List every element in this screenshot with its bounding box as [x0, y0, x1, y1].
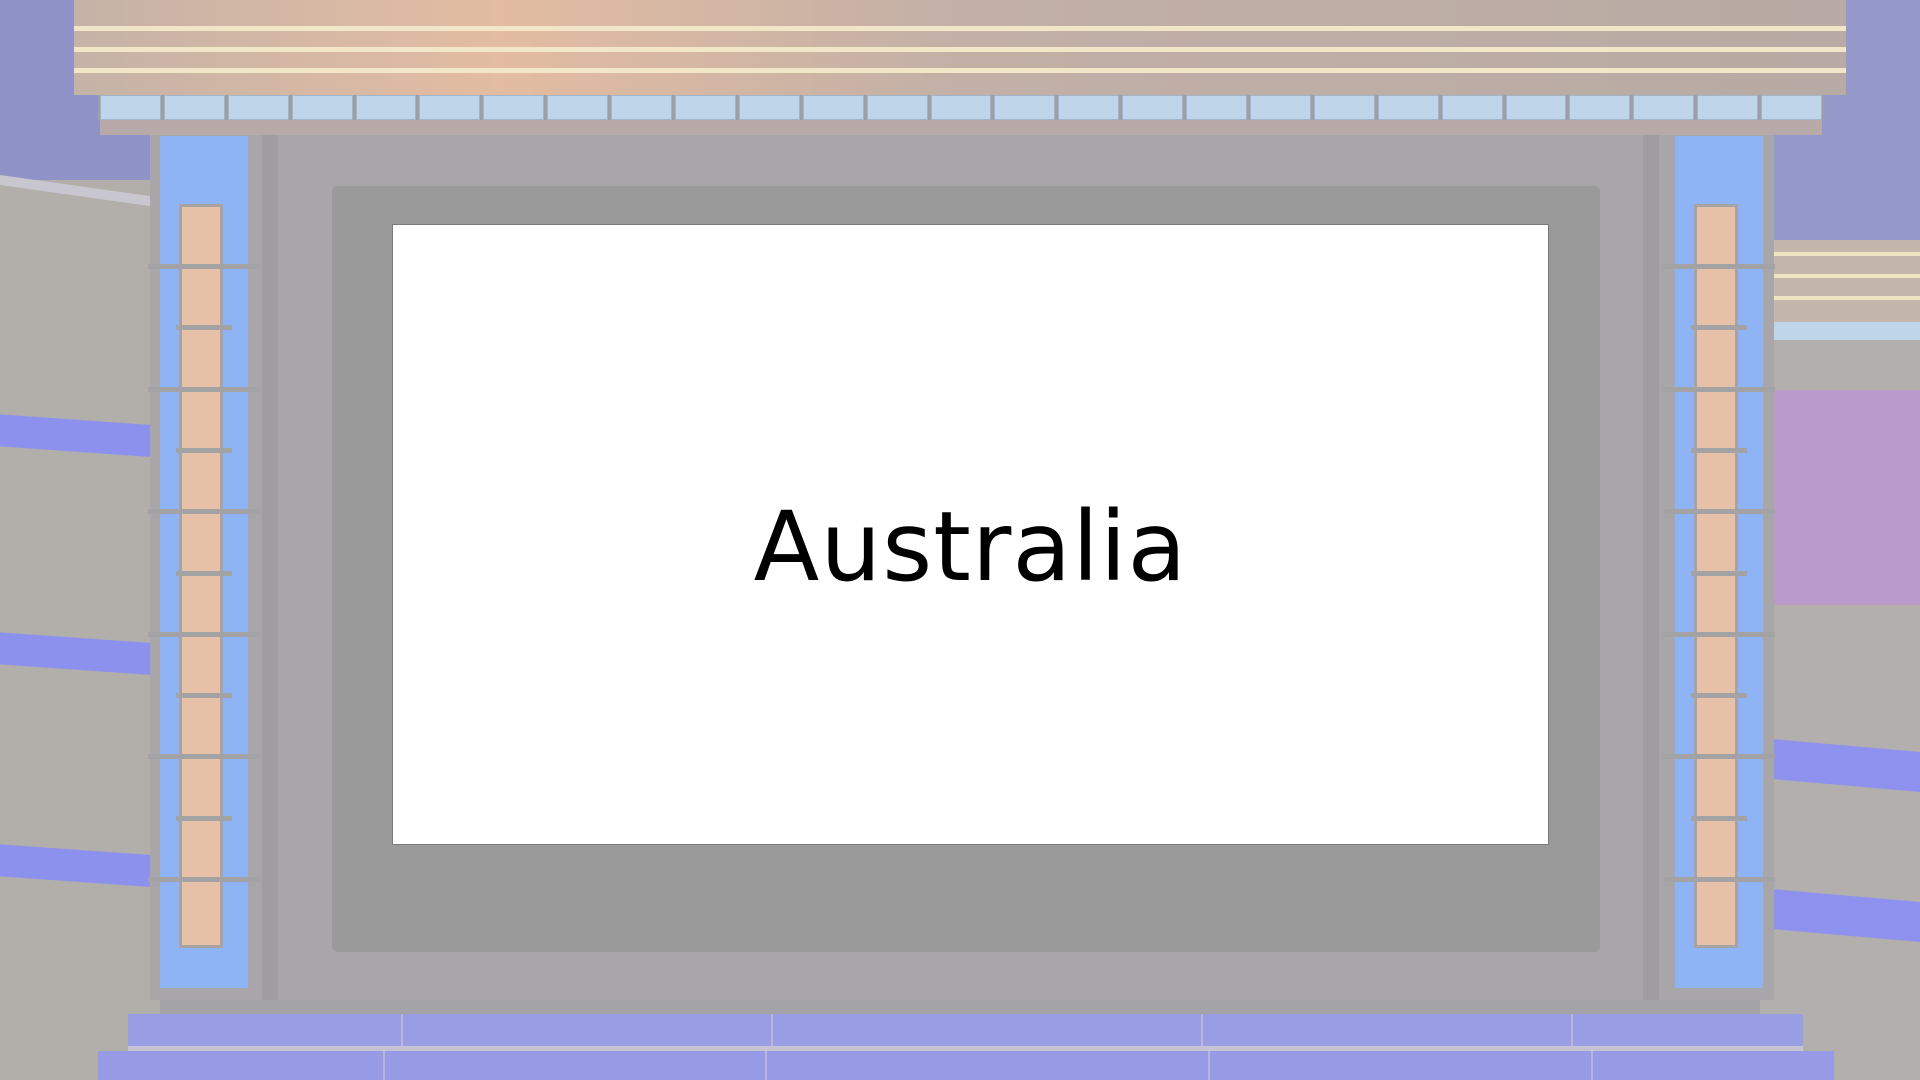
left-light-pillar [148, 136, 260, 988]
header-tile [1058, 95, 1120, 120]
header-tile [994, 95, 1056, 120]
header-tile [1441, 95, 1503, 120]
ledge-line [1760, 296, 1920, 300]
step-seam [1201, 1014, 1203, 1048]
pillar-rib [176, 447, 232, 453]
header-tile [1186, 95, 1248, 120]
pillar-rib [176, 693, 232, 699]
pillar-rib [1691, 325, 1747, 331]
header-tile [547, 95, 609, 120]
pillar-rib [176, 570, 232, 576]
header-tile [675, 95, 736, 120]
background-right-wall [1760, 0, 1920, 1080]
header-tile [1505, 95, 1567, 120]
pillar-rib [1663, 509, 1775, 515]
header-tile [100, 95, 161, 120]
step-seam [765, 1051, 767, 1080]
header-tile [611, 95, 673, 120]
header-tile [1377, 95, 1439, 120]
step-seam [771, 1014, 773, 1048]
header-tile [1761, 95, 1823, 120]
background-left-wall [0, 0, 160, 1080]
pillar-rib [1691, 570, 1747, 576]
header-tile [419, 95, 481, 120]
pillar-rib [148, 509, 260, 515]
stage-inner-post-right [1643, 135, 1659, 1000]
right-light-pillar [1663, 136, 1775, 988]
header-base [100, 120, 1822, 135]
header-tile-row [98, 95, 1824, 120]
header-tile [1250, 95, 1311, 120]
pillar-rib [148, 754, 260, 760]
right-wall-ledge [1760, 240, 1920, 340]
header-tile [355, 95, 417, 120]
header-line [74, 47, 1846, 52]
step-seam [1591, 1051, 1593, 1080]
pillar-rib [176, 325, 232, 331]
header-tile [866, 95, 928, 120]
header-tile [1313, 95, 1375, 120]
header-line [74, 26, 1846, 31]
pillar-rib [148, 877, 260, 882]
right-wall-purple-panel [1760, 390, 1920, 605]
step-seam [1208, 1051, 1210, 1080]
pillar-rib [1663, 631, 1775, 637]
header-tile [738, 95, 800, 120]
ledge-line [1760, 252, 1920, 256]
stage-step-lower [98, 1051, 1834, 1080]
pillar-rib [1663, 754, 1775, 760]
stage-inner-post-left [262, 135, 278, 1000]
pillar-rib [1691, 815, 1747, 821]
stage-header [74, 0, 1846, 95]
header-tile [1569, 95, 1631, 120]
step-seam [383, 1051, 385, 1080]
pillar-rib [176, 815, 232, 821]
header-tile [163, 95, 225, 120]
pillar-rib [1691, 693, 1747, 699]
pillar-rib [148, 631, 260, 637]
ledge-line [1760, 274, 1920, 278]
pillar-core [1694, 204, 1738, 948]
display-screen: Australia [392, 224, 1549, 845]
pillar-rib [148, 386, 260, 392]
screen-answer-text: Australia [753, 490, 1188, 603]
pillar-rib [1663, 386, 1775, 392]
pillar-core [179, 204, 223, 948]
step-seam [1571, 1014, 1573, 1048]
pillar-rib [1663, 264, 1775, 269]
pillar-rib [148, 264, 260, 269]
pillar-rib [1663, 877, 1775, 882]
header-tile [483, 95, 545, 120]
step-seam [401, 1014, 403, 1048]
ledge-tiles [1760, 322, 1920, 340]
header-tile [1122, 95, 1184, 120]
header-tile [930, 95, 992, 120]
left-wall-panel [0, 180, 160, 1080]
header-tile [802, 95, 864, 120]
header-tile [1633, 95, 1695, 120]
header-line [74, 68, 1846, 73]
header-tile [291, 95, 353, 120]
header-tile [227, 95, 289, 120]
stage-step-upper [128, 1014, 1803, 1048]
pillar-rib [1691, 447, 1747, 453]
header-tile [1697, 95, 1759, 120]
